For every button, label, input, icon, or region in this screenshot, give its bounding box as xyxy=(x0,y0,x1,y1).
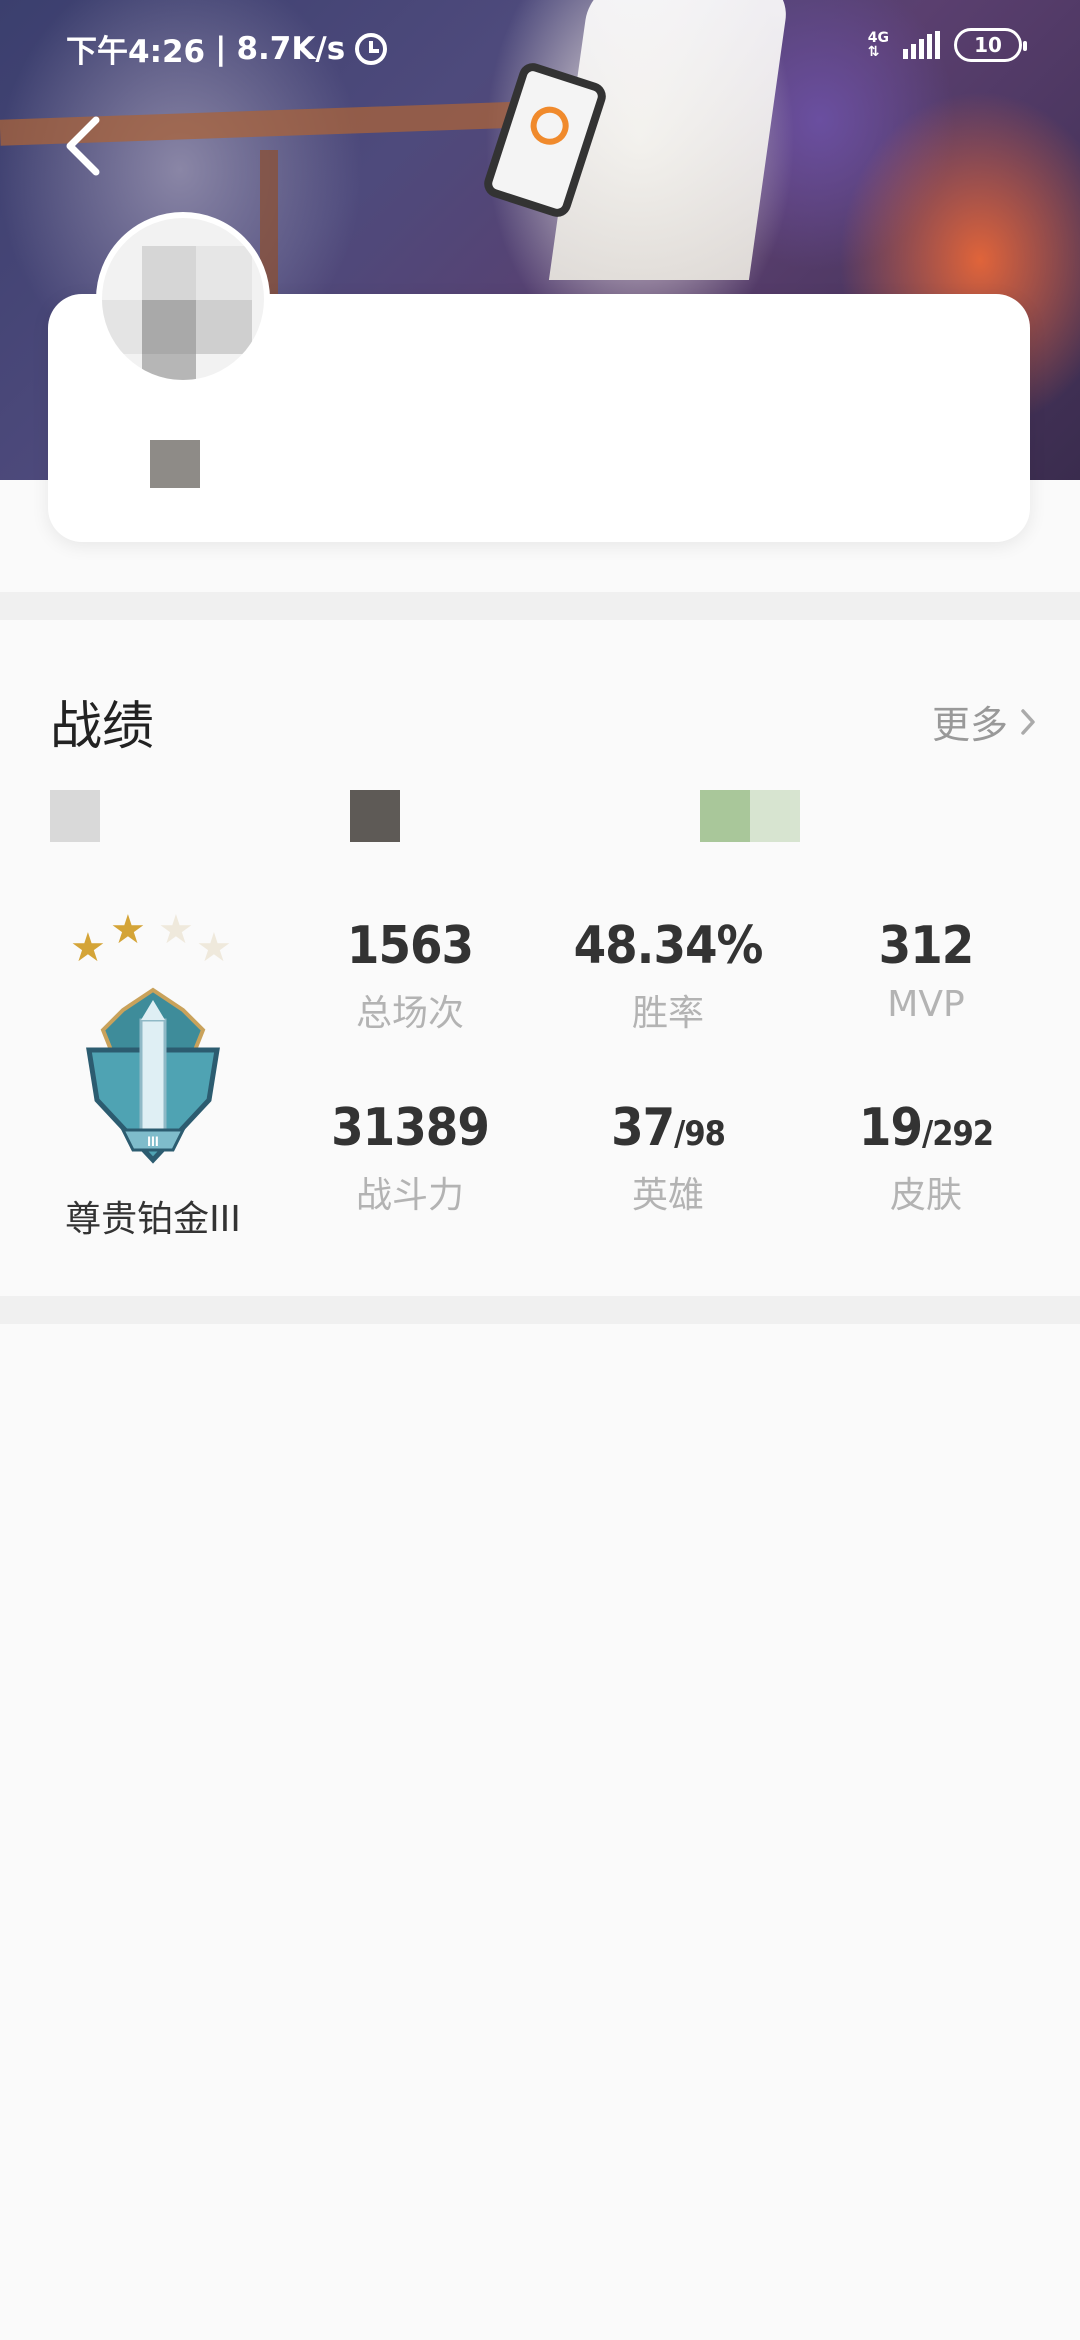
stat-value: 1563 xyxy=(300,916,520,976)
status-speed: 8.7K/s xyxy=(236,30,346,67)
rank-name: 尊贵铂金III xyxy=(65,1199,241,1240)
avatar[interactable] xyxy=(96,212,270,386)
record-section: 战绩 更多 ★ ★ ★ ★ III 尊贵铂金III 1563 总场次 48.34… xyxy=(0,620,1080,1296)
redacted-block xyxy=(700,790,750,842)
rank-stars: ★ ★ ★ ★ xyxy=(48,910,258,980)
stat-skins[interactable]: 19/292 皮肤 xyxy=(816,1098,1036,1218)
network-type-label: 4G ⇅ xyxy=(868,31,889,59)
section-title: 战绩 xyxy=(50,697,155,757)
stat-value: 312 xyxy=(816,916,1036,976)
stat-number: 48.34% xyxy=(573,916,764,976)
star-empty-icon: ★ xyxy=(196,925,232,971)
section-divider xyxy=(0,1296,1080,1324)
status-bar: 下午4:26 | 8.7K/s 4G ⇅ 10 xyxy=(0,0,1080,96)
stat-value: 31389 xyxy=(300,1098,520,1158)
chevron-left-icon xyxy=(66,116,100,176)
back-button[interactable] xyxy=(56,110,116,180)
star-filled-icon: ★ xyxy=(110,907,146,953)
stat-number: 31389 xyxy=(331,1098,490,1158)
rank-badge-icon: III xyxy=(86,987,220,1164)
stat-number: 312 xyxy=(878,916,975,976)
stat-total-games[interactable]: 1563 总场次 xyxy=(300,916,520,1036)
network-type: 4G xyxy=(867,30,889,46)
stat-value: 19/292 xyxy=(816,1098,1036,1158)
stat-number: 1563 xyxy=(346,916,474,976)
stat-number: 37 xyxy=(611,1098,675,1158)
stat-power[interactable]: 31389 战斗力 xyxy=(300,1098,520,1218)
status-time: 下午4:26 xyxy=(66,34,206,70)
stat-win-rate[interactable]: 48.34% 胜率 xyxy=(558,916,778,1036)
stat-value: 48.34% xyxy=(558,916,778,976)
rank-block[interactable]: ★ ★ ★ ★ III 尊贵铂金III xyxy=(48,910,258,1242)
svg-text:III: III xyxy=(147,1133,159,1149)
alarm-icon xyxy=(355,32,388,65)
battery-level: 10 xyxy=(974,33,1002,57)
username-redacted xyxy=(150,440,200,488)
stat-label: MVP xyxy=(887,984,965,1025)
star-empty-icon: ★ xyxy=(158,907,194,953)
stat-heroes[interactable]: 37/98 英雄 xyxy=(558,1098,778,1218)
more-link[interactable]: 更多 xyxy=(932,694,1036,749)
stat-label: 英雄 xyxy=(631,1175,704,1216)
banner-logo-icon xyxy=(525,101,574,150)
redacted-block xyxy=(750,790,800,842)
more-label: 更多 xyxy=(931,703,1008,747)
stat-sub: /292 xyxy=(922,1114,994,1154)
status-left: 下午4:26 | 8.7K/s xyxy=(66,26,388,71)
data-arrows-icon: ⇅ xyxy=(867,44,880,60)
star-filled-icon: ★ xyxy=(70,925,106,971)
chevron-right-icon xyxy=(1021,708,1035,735)
redacted-block xyxy=(50,790,100,842)
status-right: 4G ⇅ 10 xyxy=(868,28,1027,62)
stat-value: 37/98 xyxy=(558,1098,778,1158)
stat-label: 皮肤 xyxy=(889,1175,962,1216)
stat-mvp[interactable]: 312 MVP xyxy=(816,916,1036,1025)
stat-sub: /98 xyxy=(674,1114,726,1154)
stat-label: 胜率 xyxy=(631,993,704,1034)
signal-icon xyxy=(903,31,940,59)
stat-number: 19 xyxy=(858,1098,923,1158)
battery-icon: 10 xyxy=(954,28,1027,62)
redacted-block xyxy=(350,790,400,842)
stat-label: 总场次 xyxy=(355,993,464,1034)
stat-label: 战斗力 xyxy=(355,1175,464,1216)
section-divider xyxy=(0,592,1080,620)
status-separator: | xyxy=(215,30,227,67)
